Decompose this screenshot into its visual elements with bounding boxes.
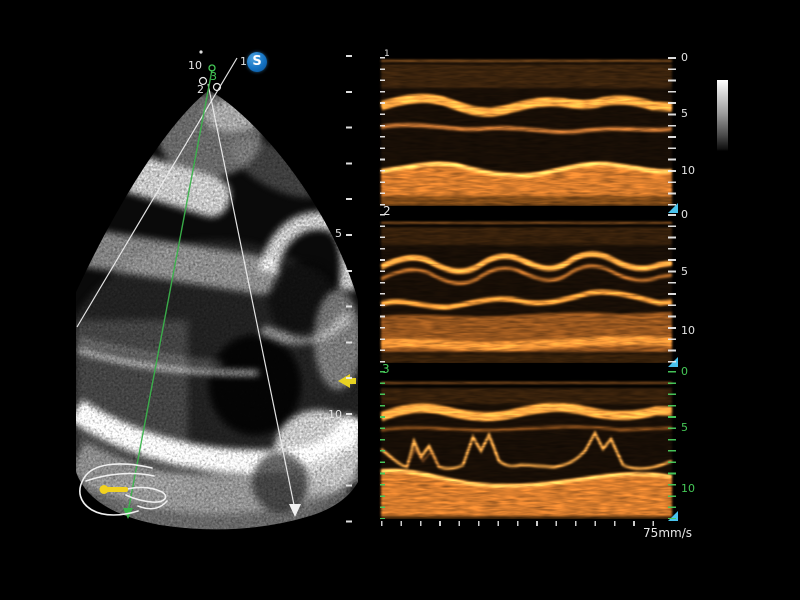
mmode-strip-3-trace (381, 382, 672, 522)
strip-1-scale-10: 10 (681, 165, 695, 176)
sweep-speed-label: 75mm/s (600, 526, 692, 540)
caliper-dot-icon (199, 50, 202, 53)
strip-2-scale-0: 0 (681, 209, 688, 220)
strip-2-scale-5: 5 (681, 266, 688, 277)
strip-2-scale-ticks (668, 214, 676, 364)
strip-divider (381, 206, 672, 214)
apex-measure-label: 10 (188, 60, 202, 71)
brand-logo: S (247, 52, 267, 72)
strip-3-left-ticks (380, 371, 385, 519)
strip-3-scale-5: 5 (681, 422, 688, 433)
strip-1-left-ticks (380, 57, 385, 207)
strip-1-scale-ticks (668, 57, 676, 207)
mmode-strip-2-trace (381, 222, 672, 364)
ultrasound-screen: 10 1 2 3 5 10 S 1 2 3 0 5 10 0 5 10 0 5 … (0, 0, 800, 600)
grayscale-bar (717, 80, 728, 151)
depth-ruler (346, 55, 352, 523)
strip-divider (381, 363, 672, 370)
cursor-2-label: 2 (197, 84, 204, 95)
strip-2-left-ticks (380, 214, 385, 364)
strip-2-label: 2 (383, 205, 391, 217)
strip-1-scale-5: 5 (681, 108, 688, 119)
strip-1-label: 1 (384, 50, 390, 59)
strip-3-label: 3 (382, 363, 390, 375)
strip-3-scale-10: 10 (681, 483, 695, 494)
mmode-traces (381, 60, 672, 522)
strip-3-scale-0: 0 (681, 366, 688, 377)
strip-2-scale-10: 10 (681, 325, 695, 336)
strip-3-scale-ticks (668, 371, 676, 519)
strip-1-scale-0: 0 (681, 52, 688, 63)
depth-label-10: 10 (316, 409, 342, 420)
cursor-3-label: 3 (210, 71, 217, 82)
cursor-1-label: 1 (240, 56, 247, 67)
ultrasound-graphics (0, 0, 800, 600)
depth-label-5: 5 (322, 228, 342, 239)
mmode-strip-1-trace (381, 60, 672, 208)
